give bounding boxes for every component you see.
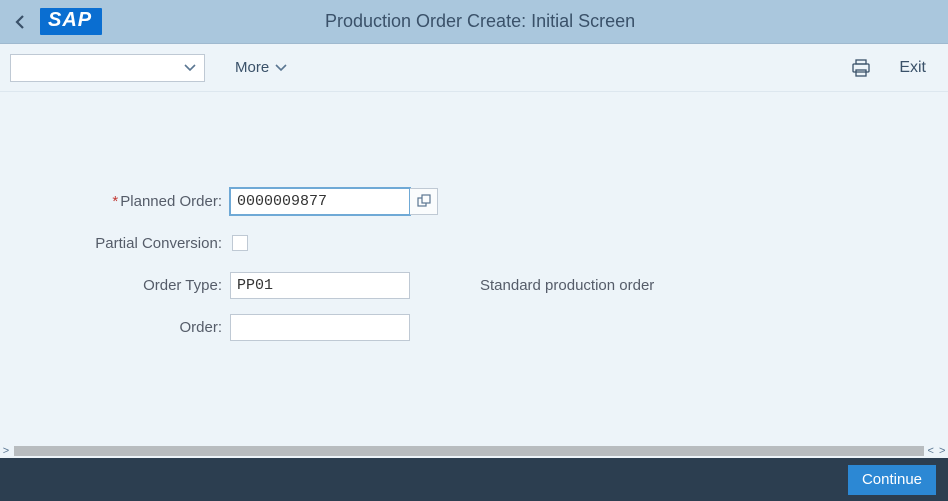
partial-conversion-checkbox[interactable]	[232, 235, 248, 251]
chevron-left-icon	[14, 14, 26, 30]
print-button[interactable]	[851, 59, 871, 77]
page-title: Production Order Create: Initial Screen	[102, 11, 938, 32]
value-help-icon	[417, 194, 431, 208]
scroll-track[interactable]	[14, 446, 924, 456]
planned-order-input[interactable]	[230, 188, 410, 215]
chevron-down-icon	[184, 64, 196, 72]
toolbar: More Exit	[0, 44, 948, 92]
transaction-select[interactable]	[10, 54, 205, 82]
partial-conversion-row: Partial Conversion:	[80, 229, 948, 257]
planned-order-row: *Planned Order:	[80, 187, 948, 215]
order-row: Order:	[80, 313, 948, 341]
order-type-description: Standard production order	[480, 277, 654, 294]
back-button[interactable]	[10, 12, 30, 32]
value-help-button[interactable]	[410, 188, 438, 215]
partial-conversion-label: Partial Conversion:	[80, 235, 230, 252]
continue-button[interactable]: Continue	[848, 465, 936, 495]
print-icon	[851, 59, 871, 77]
form-area: *Planned Order: Partial Conversion: Orde…	[0, 92, 948, 341]
order-type-row: Order Type: Standard production order	[80, 271, 948, 299]
exit-button[interactable]: Exit	[899, 59, 926, 77]
horizontal-scrollbar: > < >	[0, 444, 948, 458]
order-type-input[interactable]	[230, 272, 410, 299]
order-type-label: Order Type:	[80, 277, 230, 294]
titlebar: SAP Production Order Create: Initial Scr…	[0, 0, 948, 44]
more-menu-button[interactable]: More	[235, 59, 287, 76]
sap-logo: SAP	[40, 8, 102, 35]
order-input[interactable]	[230, 314, 410, 341]
scroll-right-button[interactable]: < >	[926, 445, 948, 457]
scroll-left-button[interactable]: >	[0, 445, 12, 457]
planned-order-label: *Planned Order:	[80, 193, 230, 210]
more-label: More	[235, 59, 269, 76]
order-label: Order:	[80, 319, 230, 336]
footer: Continue	[0, 458, 948, 501]
chevron-down-icon	[275, 64, 287, 72]
